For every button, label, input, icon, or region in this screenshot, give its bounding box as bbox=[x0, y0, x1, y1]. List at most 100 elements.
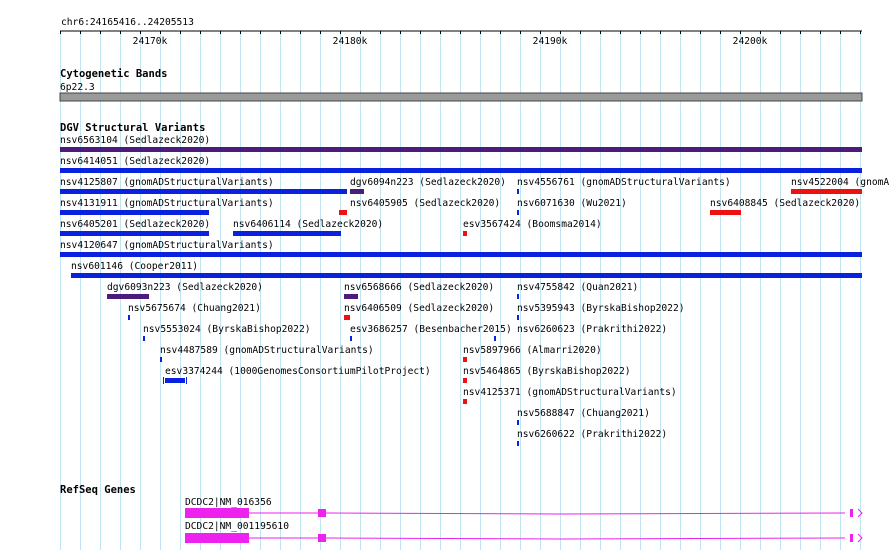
dgv-feature-label: dgv6094n223 (Sedlazeck2020) bbox=[350, 177, 506, 188]
dgv-feature[interactable]: nsv6405201 (Sedlazeck2020) bbox=[60, 219, 210, 236]
dgv-feature-label: nsv5675674 (Chuang2021) bbox=[128, 303, 261, 314]
dgv-feature-label: nsv4125371 (gnomADStructuralVariants) bbox=[463, 387, 677, 398]
dgv-feature-bar[interactable] bbox=[165, 378, 185, 383]
dgv-feature-bar[interactable] bbox=[339, 210, 347, 215]
dgv-feature-bar[interactable] bbox=[463, 357, 467, 362]
dgv-feature-label: nsv6568666 (Sedlazeck2020) bbox=[344, 282, 494, 293]
dgv-feature-label: esv3374244 (1000GenomesConsortiumPilotPr… bbox=[165, 366, 431, 377]
cytoband-label: 6p22.3 bbox=[60, 82, 95, 93]
dgv-feature[interactable]: nsv6406509 (Sedlazeck2020) bbox=[344, 303, 494, 320]
dgv-feature[interactable]: nsv4125807 (gnomADStructuralVariants) bbox=[60, 177, 347, 194]
dgv-feature-bar[interactable] bbox=[350, 336, 352, 341]
dgv-feature[interactable]: nsv4487589 (gnomADStructuralVariants) bbox=[160, 345, 374, 362]
dgv-feature[interactable]: nsv5553024 (ByrskaBishop2022) bbox=[143, 324, 311, 341]
dgv-feature-bar[interactable] bbox=[517, 294, 519, 299]
transcript-label: DCDC2|NM_001195610 bbox=[185, 521, 289, 532]
dgv-feature-label: nsv5688847 (Chuang2021) bbox=[517, 408, 650, 419]
dgv-feature-label: nsv4487589 (gnomADStructuralVariants) bbox=[160, 345, 374, 356]
dgv-feature[interactable]: nsv6408845 (Sedlazeck2020) bbox=[710, 198, 860, 215]
dgv-feature-bar[interactable] bbox=[463, 231, 467, 236]
transcript-label: DCDC2|NM_016356 bbox=[185, 497, 272, 508]
dgv-feature-label: nsv6260622 (Prakrithi2022) bbox=[517, 429, 667, 440]
dgv-feature-label: esv3567424 (Boomsma2014) bbox=[463, 219, 602, 230]
dgv-feature-bar[interactable] bbox=[517, 189, 519, 194]
refseq-track-title: RefSeq Genes bbox=[60, 484, 136, 496]
dgv-feature-label: nsv5553024 (ByrskaBishop2022) bbox=[143, 324, 311, 335]
dgv-feature-label: nsv6406509 (Sedlazeck2020) bbox=[344, 303, 494, 314]
dgv-feature-bar[interactable] bbox=[60, 231, 209, 236]
dgv-feature-bar[interactable] bbox=[517, 315, 519, 320]
dgv-feature-bar[interactable] bbox=[128, 315, 130, 320]
exon[interactable] bbox=[318, 509, 326, 517]
dgv-feature-bar[interactable] bbox=[233, 231, 341, 236]
exon[interactable] bbox=[850, 509, 853, 517]
exon[interactable] bbox=[185, 508, 249, 518]
dgv-feature-label: nsv5464865 (ByrskaBishop2022) bbox=[463, 366, 631, 377]
dgv-feature[interactable]: nsv4131911 (gnomADStructuralVariants) bbox=[60, 198, 274, 215]
dgv-feature[interactable]: nsv4125371 (gnomADStructuralVariants) bbox=[463, 387, 677, 404]
dgv-feature-bar[interactable] bbox=[160, 357, 162, 362]
dgv-feature[interactable]: nsv601146 (Cooper2011) bbox=[71, 261, 862, 278]
dgv-feature[interactable]: nsv6568666 (Sedlazeck2020) bbox=[344, 282, 494, 299]
dgv-feature-bar[interactable] bbox=[494, 336, 496, 341]
exon[interactable] bbox=[850, 534, 853, 542]
dgv-feature-bar[interactable] bbox=[463, 378, 467, 383]
dgv-feature-label: nsv6563104 (Sedlazeck2020) bbox=[60, 135, 210, 146]
dgv-feature-bar[interactable] bbox=[710, 210, 741, 215]
dgv-feature-bar[interactable] bbox=[107, 294, 149, 299]
dgv-feature-label: nsv6414051 (Sedlazeck2020) bbox=[60, 156, 210, 167]
dgv-feature-bar[interactable] bbox=[463, 399, 467, 404]
exon[interactable] bbox=[185, 533, 249, 543]
dgv-feature[interactable]: nsv5688847 (Chuang2021) bbox=[517, 408, 650, 425]
dgv-feature-bar[interactable] bbox=[517, 420, 519, 425]
dgv-feature-label: nsv4755842 (Quan2021) bbox=[517, 282, 638, 293]
dgv-feature-label: nsv6405905 (Sedlazeck2020) bbox=[350, 198, 500, 209]
dgv-feature-bar[interactable] bbox=[71, 273, 862, 278]
dgv-feature[interactable]: nsv6405905 (Sedlazeck2020) bbox=[339, 198, 500, 215]
dgv-feature-label: esv3686257 (Besenbacher2015) bbox=[350, 324, 512, 335]
dgv-feature[interactable]: esv3374244 (1000GenomesConsortiumPilotPr… bbox=[163, 366, 431, 384]
dgv-feature-bar[interactable] bbox=[60, 168, 862, 173]
ruler-ticks bbox=[60, 31, 861, 34]
ruler-tick-label: 24170k bbox=[133, 36, 168, 47]
dgv-feature-label: nsv601146 (Cooper2011) bbox=[71, 261, 198, 272]
region-label: chr6:24165416..24205513 bbox=[61, 17, 194, 28]
ruler-tick-label: 24200k bbox=[733, 36, 768, 47]
intron-line bbox=[325, 537, 846, 540]
dgv-feature-label: nsv5395943 (ByrskaBishop2022) bbox=[517, 303, 685, 314]
dgv-feature[interactable]: nsv6071630 (Wu2021) bbox=[517, 198, 627, 215]
dgv-feature-label: nsv6406114 (Sedlazeck2020) bbox=[233, 219, 383, 230]
dgv-feature-label: nsv4120647 (gnomADStructuralVariants) bbox=[60, 240, 274, 251]
ruler-tick-label: 24190k bbox=[533, 36, 568, 47]
dgv-feature[interactable]: nsv4522004 (gnomA bbox=[791, 177, 889, 194]
dgv-feature-label: nsv6408845 (Sedlazeck2020) bbox=[710, 198, 860, 209]
dgv-feature-label: nsv6071630 (Wu2021) bbox=[517, 198, 627, 209]
dgv-feature-bar[interactable] bbox=[791, 189, 862, 194]
dgv-feature-label: nsv4556761 (gnomADStructuralVariants) bbox=[517, 177, 731, 188]
exon[interactable] bbox=[318, 534, 326, 542]
dgv-feature-bar[interactable] bbox=[143, 336, 145, 341]
dgv-feature-bar[interactable] bbox=[344, 294, 358, 299]
dgv-feature-bar[interactable] bbox=[60, 189, 347, 194]
dgv-feature-bar[interactable] bbox=[60, 147, 862, 152]
dgv-feature[interactable]: nsv4556761 (gnomADStructuralVariants) bbox=[517, 177, 731, 194]
dgv-feature-bar[interactable] bbox=[60, 252, 862, 257]
dgv-feature[interactable]: dgv6094n223 (Sedlazeck2020) bbox=[350, 177, 506, 194]
intron-line bbox=[325, 512, 846, 515]
dgv-feature[interactable]: dgv6093n223 (Sedlazeck2020) bbox=[107, 282, 263, 299]
dgv-feature[interactable]: nsv6260622 (Prakrithi2022) bbox=[517, 429, 667, 446]
dgv-feature[interactable]: esv3686257 (Besenbacher2015) bbox=[350, 324, 512, 341]
dgv-feature-label: nsv6405201 (Sedlazeck2020) bbox=[60, 219, 210, 230]
dgv-features: nsv6563104 (Sedlazeck2020) nsv6414051 (Se… bbox=[60, 135, 889, 446]
cytoband-bar[interactable] bbox=[59, 92, 863, 102]
dgv-feature-bar[interactable] bbox=[350, 189, 364, 194]
dgv-feature-bar[interactable] bbox=[517, 441, 519, 446]
dgv-feature-label: nsv5897966 (Almarri2020) bbox=[463, 345, 602, 356]
dgv-feature-label: nsv4125807 (gnomADStructuralVariants) bbox=[60, 177, 274, 188]
dgv-feature-bar[interactable] bbox=[517, 210, 519, 215]
dgv-feature[interactable]: nsv5464865 (ByrskaBishop2022) bbox=[463, 366, 631, 383]
dgv-feature-label: nsv4131911 (gnomADStructuralVariants) bbox=[60, 198, 274, 209]
dgv-track: DGV Structural Variants nsv6563104 (Sedl… bbox=[60, 122, 889, 446]
dgv-feature-bar[interactable] bbox=[344, 315, 350, 320]
dgv-feature-bar[interactable] bbox=[60, 210, 209, 215]
